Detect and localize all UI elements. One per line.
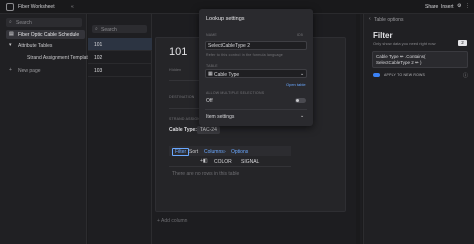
- field-label: Hidden: [169, 68, 182, 72]
- chevron-right-icon: ›: [224, 149, 226, 155]
- help-icon[interactable]: ⓘ: [463, 72, 468, 79]
- chevron-down-icon: ⌄: [300, 71, 305, 77]
- column-header-signal[interactable]: SIGNAL: [241, 159, 259, 165]
- app-menu-icon[interactable]: [6, 3, 14, 11]
- list-search-placeholder: Search: [101, 27, 117, 33]
- collapse-sidebar-icon[interactable]: «: [71, 4, 74, 10]
- allow-multiple-toggle[interactable]: [295, 98, 306, 103]
- row-add-icon[interactable]: +◧: [200, 158, 208, 164]
- chevron-down-icon: ▾: [9, 42, 12, 48]
- apply-to-new-rows-toggle[interactable]: [373, 73, 380, 77]
- scrollbar[interactable]: [356, 14, 360, 244]
- divider: [169, 166, 291, 167]
- divider: [205, 109, 307, 110]
- chevron-down-icon[interactable]: ⌄: [300, 113, 304, 119]
- cable-type-chip[interactable]: TAC-24: [197, 126, 220, 134]
- list-item-label: 102: [94, 55, 103, 61]
- tab-filter[interactable]: Filter: [172, 148, 190, 156]
- allow-multiple-label: ALLOW MULTIPLE SELECTIONS: [206, 91, 265, 95]
- name-label: NAME: [206, 33, 217, 37]
- list-item-label: 103: [94, 68, 103, 74]
- page-icon: ▤: [9, 31, 14, 37]
- sidebar-item-fiber-optic-cable-schedule[interactable]: ▤ Fiber Optic Cable Schedule: [6, 30, 85, 39]
- sidebar-item-attribute-tables[interactable]: ▾ Attribute Tables: [6, 41, 85, 50]
- count-badge: 2: [458, 40, 467, 46]
- doc-title[interactable]: Fiber Worksheet: [18, 4, 55, 10]
- more-icon[interactable]: ⋮: [465, 3, 470, 9]
- tab-columns[interactable]: Columns: [204, 149, 224, 155]
- table-icon: ▦: [208, 71, 213, 77]
- list-item-label: 101: [94, 42, 103, 48]
- tab-sort[interactable]: Sort: [189, 149, 198, 155]
- plus-icon: +: [9, 67, 12, 73]
- list-item[interactable]: 103: [88, 64, 152, 77]
- search-icon: ⌕: [9, 19, 12, 25]
- apply-to-new-rows-label: APPLY TO NEW ROWS: [384, 73, 426, 77]
- open-table-link[interactable]: Open table: [286, 82, 306, 87]
- field-label: DESTINATION: [169, 95, 195, 99]
- panel-title: Filter: [373, 31, 393, 40]
- list-item[interactable]: 102: [88, 51, 152, 64]
- column-header-color[interactable]: COLOR: [214, 159, 232, 165]
- item-settings-header[interactable]: Item settings: [206, 114, 234, 120]
- sidebar-search-placeholder: Search: [16, 20, 32, 26]
- sidebar-item-strand-assignment-template[interactable]: Strand Assignment Template: [6, 53, 91, 62]
- back-icon[interactable]: ‹: [369, 16, 371, 22]
- list-item[interactable]: 101: [88, 38, 152, 51]
- control-id: ID5: [297, 33, 304, 37]
- name-hint: Refer to this control in the formula lan…: [206, 53, 283, 57]
- back-label[interactable]: Table options: [374, 17, 403, 23]
- sidebar-item-label: Fiber Optic Cable Schedule: [18, 32, 80, 38]
- insert-button[interactable]: Insert: [441, 4, 454, 10]
- allow-multiple-value: Off: [206, 98, 213, 104]
- table-label: TABLE: [206, 64, 218, 68]
- search-icon: ⌕: [95, 26, 98, 32]
- dialog-title: Lookup settings: [206, 16, 245, 22]
- panel-subtitle: Only show data you need right now: [373, 41, 436, 46]
- sidebar-item-label: Attribute Tables: [18, 43, 53, 49]
- table-select-value: Cable Type: [214, 72, 240, 78]
- share-button[interactable]: Share: [425, 4, 438, 10]
- empty-table-text: There are no rows in this table: [172, 171, 240, 177]
- formula-line-2: SelectCableType 2 ✏ ): [376, 60, 422, 65]
- right-panel: [363, 14, 474, 244]
- record-title: 101: [169, 46, 188, 58]
- cable-type-label: Cable Type:: [169, 127, 197, 133]
- add-column-button[interactable]: + Add column: [157, 218, 187, 224]
- name-input-value: SelectCableType 2: [208, 43, 250, 49]
- settings-icon[interactable]: ⚙: [457, 3, 461, 9]
- tab-options[interactable]: Options: [231, 149, 248, 155]
- sidebar-item-new-page[interactable]: + New page: [6, 66, 85, 75]
- sidebar-item-label: New page: [18, 68, 41, 74]
- sidebar-item-label: Strand Assignment Template: [27, 55, 91, 61]
